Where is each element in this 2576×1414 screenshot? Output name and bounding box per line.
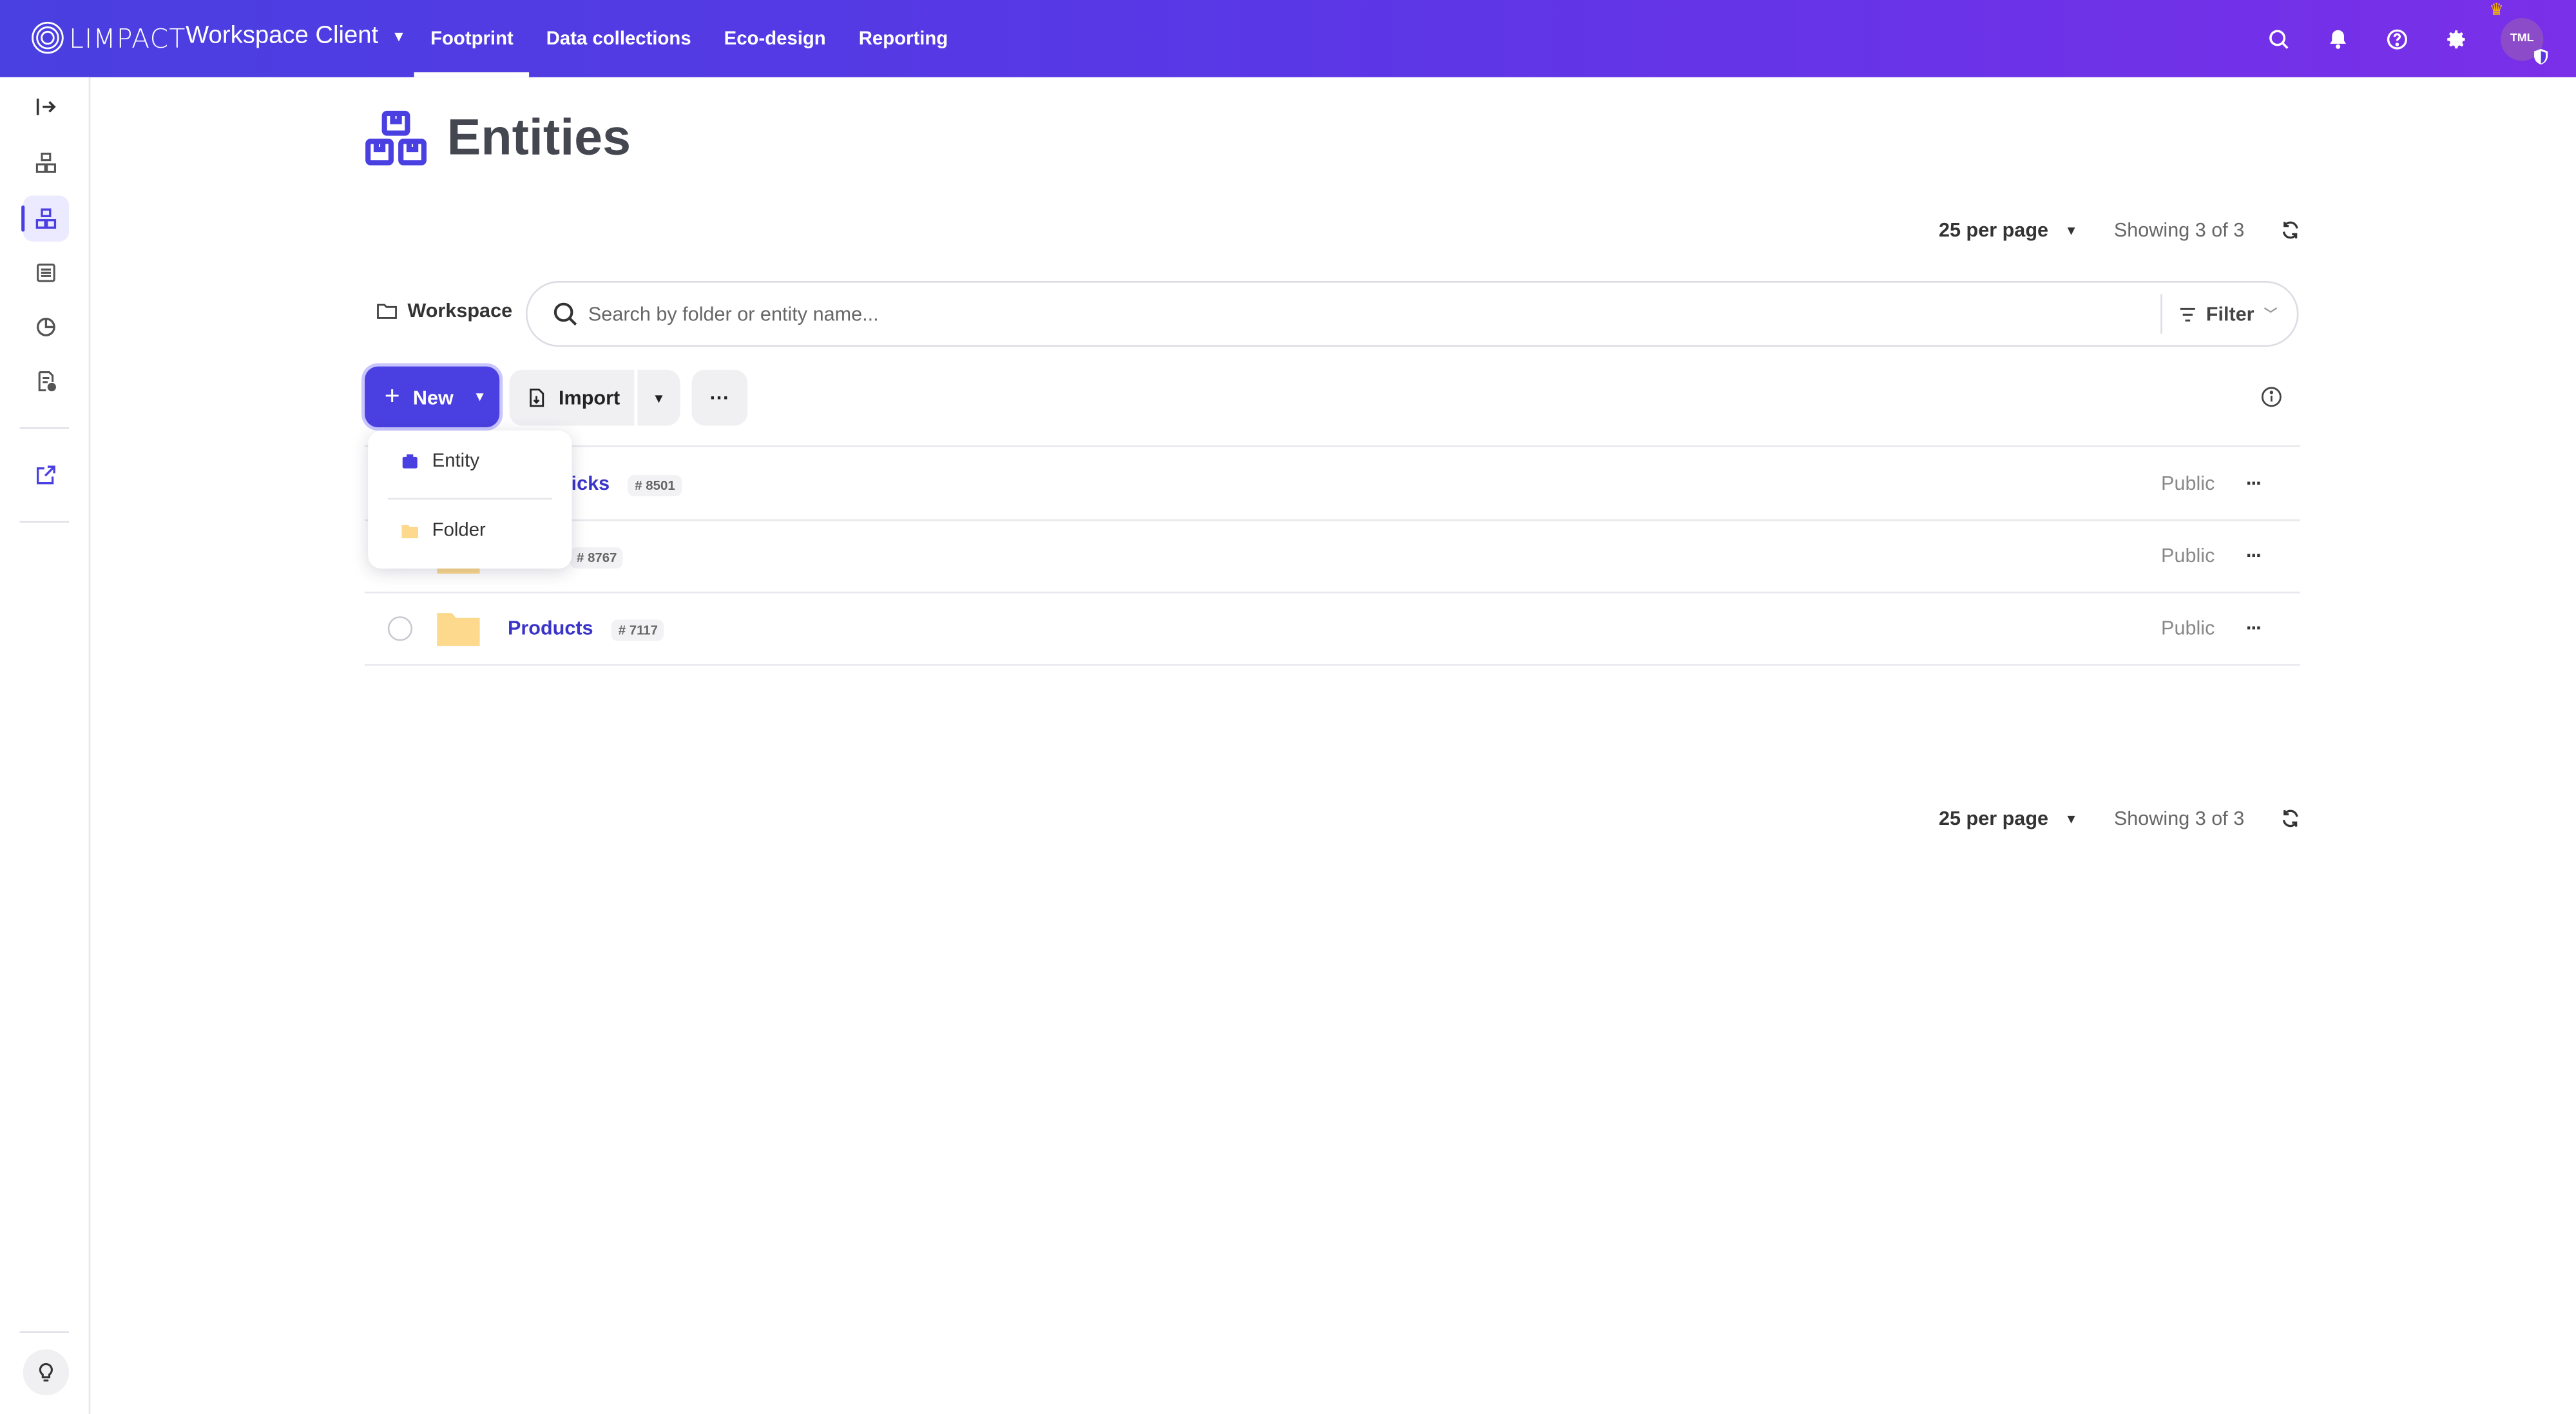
sidebar-item-list[interactable] xyxy=(23,250,69,296)
breadcrumb[interactable]: Workspace xyxy=(376,299,512,322)
chevron-down-icon: ﹀ xyxy=(2264,306,2278,322)
sidebar-item-analytics[interactable] xyxy=(23,304,69,350)
search-bar: Filter ﹀ xyxy=(526,281,2299,347)
user-initials: TML xyxy=(2510,33,2534,44)
sidebar-divider xyxy=(19,1331,70,1333)
import-dropdown-button[interactable]: ▼ xyxy=(637,369,680,426)
workspace-switcher[interactable]: Workspace Client ▼ xyxy=(186,21,406,49)
nav-eco-design[interactable]: Eco-design xyxy=(707,0,842,77)
crown-icon: ♛ xyxy=(2489,1,2504,19)
shield-icon xyxy=(2534,48,2548,64)
external-link-icon[interactable] xyxy=(23,452,69,498)
refresh-icon[interactable] xyxy=(2280,220,2300,240)
plus-icon: + xyxy=(384,382,400,411)
nav-footprint[interactable]: Footprint xyxy=(414,0,531,77)
page-title-text: Entities xyxy=(447,108,631,166)
row-id-badge: # 8501 xyxy=(628,474,682,496)
menu-item-entity[interactable]: Entity xyxy=(401,452,479,472)
nav-reporting[interactable]: Reporting xyxy=(842,0,964,77)
row-more-button[interactable]: ··· xyxy=(2246,471,2263,494)
filter-label: Filter xyxy=(2206,302,2254,325)
search-input[interactable] xyxy=(588,289,2160,339)
info-icon[interactable] xyxy=(2261,386,2282,407)
import-button-label: Import xyxy=(559,386,620,409)
collapse-sidebar-icon[interactable] xyxy=(23,84,69,130)
new-button[interactable]: + New ▼ xyxy=(365,366,500,427)
top-actions: ♛ TML xyxy=(2264,0,2548,77)
more-actions-button[interactable]: ··· xyxy=(691,369,748,426)
glimpact-logo-icon xyxy=(32,21,64,54)
entities-list: tary Bricks # 8501 Public ··· # 8767 Pub… xyxy=(365,445,2300,665)
sidebar-item-entities[interactable] xyxy=(21,195,70,242)
list-item[interactable]: # 8767 Public ··· xyxy=(365,518,2300,592)
top-navbar: LIMPACT Workspace Client ▼ Footprint Dat… xyxy=(0,0,2576,77)
chevron-down-icon: ▼ xyxy=(2064,222,2078,238)
row-name-link[interactable]: Products # 7117 xyxy=(507,616,665,642)
left-sidebar xyxy=(0,77,91,1414)
chevron-down-icon: ▼ xyxy=(473,389,486,405)
row-id-badge: # 8767 xyxy=(570,547,624,569)
sidebar-divider xyxy=(19,427,70,429)
new-dropdown-menu: Entity Folder xyxy=(368,431,572,569)
row-checkbox[interactable] xyxy=(387,615,413,641)
row-name: Products xyxy=(507,616,593,640)
nav-data-collections[interactable]: Data collections xyxy=(530,0,707,77)
chevron-down-icon: ▼ xyxy=(391,27,407,44)
per-page-select[interactable]: 25 per page ▼ xyxy=(1939,218,2078,242)
file-icon xyxy=(530,388,544,407)
menu-item-label: Folder xyxy=(432,521,486,541)
menu-item-folder[interactable]: Folder xyxy=(401,521,486,541)
list-item[interactable]: tary Bricks # 8501 Public ··· xyxy=(365,445,2300,518)
lightbulb-icon[interactable] xyxy=(23,1349,70,1395)
row-more-button[interactable]: ··· xyxy=(2246,617,2263,640)
search-icon[interactable] xyxy=(2264,24,2294,53)
per-page-label: 25 per page xyxy=(1938,807,2049,830)
chevron-down-icon: ▼ xyxy=(2064,811,2078,826)
breadcrumb-workspace: Workspace xyxy=(407,299,513,322)
new-button-label: New xyxy=(412,385,454,409)
menu-divider xyxy=(387,498,552,500)
sidebar-divider xyxy=(19,521,70,523)
filter-button[interactable]: Filter ﹀ xyxy=(2160,294,2297,334)
row-id-badge: # 7117 xyxy=(611,619,665,642)
sidebar-item-reports[interactable] xyxy=(23,358,69,404)
folder-icon xyxy=(377,304,397,319)
pagination-top: 25 per page ▼ Showing 3 of 3 xyxy=(1939,218,2300,242)
folder-icon xyxy=(401,525,418,539)
row-visibility: Public xyxy=(2161,471,2215,494)
refresh-icon[interactable] xyxy=(2280,809,2300,829)
import-button[interactable]: Import xyxy=(509,369,635,426)
bell-icon[interactable] xyxy=(2323,24,2353,53)
workspace-title: Workspace Client xyxy=(186,21,379,50)
more-icon: ··· xyxy=(709,386,730,409)
row-visibility: Public xyxy=(2161,544,2215,568)
chevron-down-icon: ▼ xyxy=(652,390,666,405)
pagination-bottom: 25 per page ▼ Showing 3 of 3 xyxy=(1939,807,2300,830)
help-icon[interactable] xyxy=(2383,24,2412,53)
page-title: Entities xyxy=(365,108,631,168)
row-visibility: Public xyxy=(2161,616,2215,640)
entities-icon xyxy=(365,110,427,166)
showing-count: Showing 3 of 3 xyxy=(2113,218,2245,242)
logo-text: LIMPACT xyxy=(69,22,186,53)
list-item[interactable]: Products # 7117 Public ··· xyxy=(365,592,2300,665)
showing-count: Showing 3 of 3 xyxy=(2113,807,2245,830)
per-page-select[interactable]: 25 per page ▼ xyxy=(1939,807,2078,830)
gear-icon[interactable] xyxy=(2441,24,2471,53)
search-icon xyxy=(553,302,577,326)
per-page-label: 25 per page xyxy=(1938,218,2049,242)
row-more-button[interactable]: ··· xyxy=(2246,545,2263,568)
main-nav: Footprint Data collections Eco-design Re… xyxy=(414,0,965,77)
app-logo[interactable]: LIMPACT xyxy=(30,18,186,57)
menu-item-label: Entity xyxy=(432,452,480,472)
user-avatar[interactable]: ♛ TML xyxy=(2489,1,2548,64)
sidebar-item-footprint[interactable] xyxy=(23,140,69,186)
filter-icon xyxy=(2179,307,2195,321)
entity-icon xyxy=(402,454,418,469)
folder-icon xyxy=(437,613,480,646)
